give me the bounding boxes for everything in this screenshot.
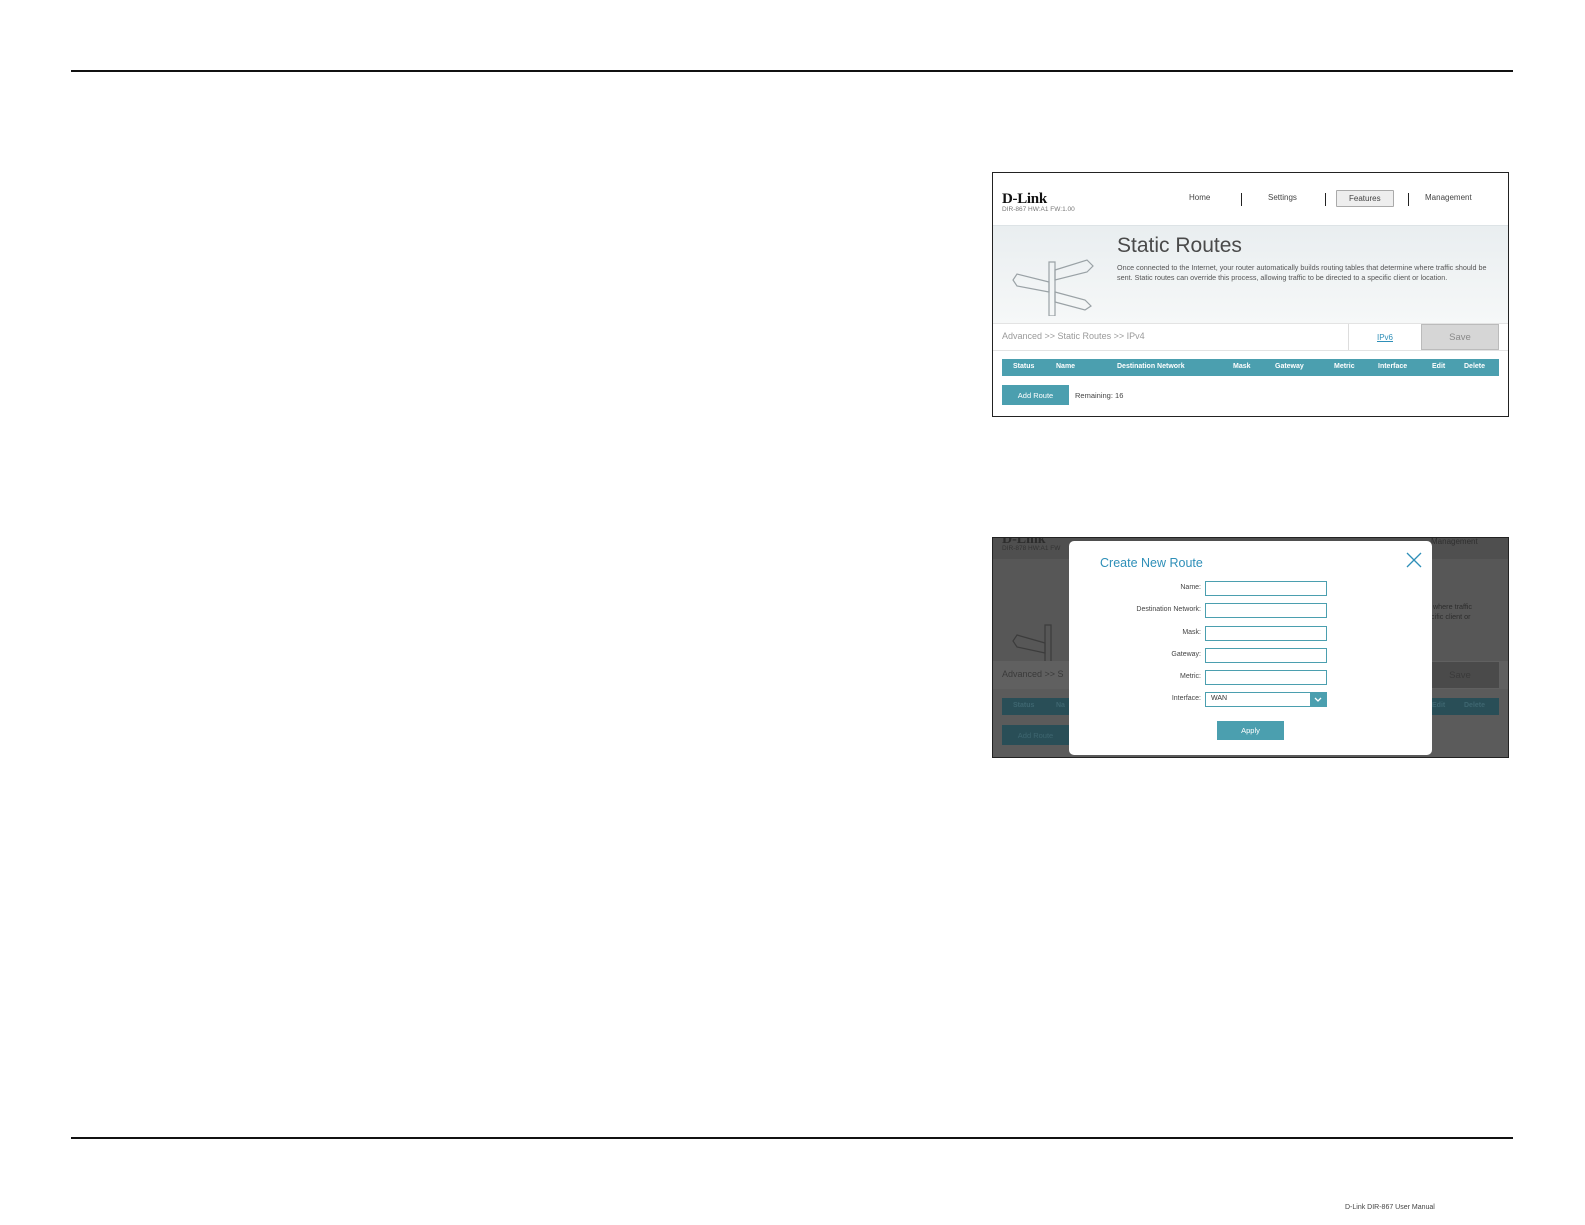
destination-network-label: Destination Network: (1136, 606, 1201, 613)
signpost-icon (1012, 259, 1094, 316)
nav-management[interactable]: Management (1425, 193, 1472, 202)
add-route-button: Add Route (1002, 725, 1069, 745)
mask-input[interactable] (1205, 626, 1327, 641)
page-description: Once connected to the Internet, your rou… (1117, 263, 1487, 282)
name-label: Name: (1180, 584, 1201, 591)
page-title: Static Routes (1117, 234, 1242, 257)
metric-label: Metric: (1180, 673, 1201, 680)
interface-label: Interface: (1171, 695, 1201, 702)
save-button: Save (1421, 662, 1499, 688)
static-routes-screenshot: D-Link DIR-867 HW:A1 FW:1.00 Home Settin… (992, 172, 1509, 417)
metric-input[interactable] (1205, 670, 1327, 685)
col-delete: Delete (1464, 702, 1486, 709)
description-fragment: ecific client or (1427, 612, 1471, 621)
nav-separator (1325, 193, 1326, 206)
nav-features[interactable]: Features (1336, 190, 1394, 207)
save-button[interactable]: Save (1421, 324, 1499, 350)
add-route-button[interactable]: Add Route (1002, 385, 1069, 405)
gateway-input[interactable] (1205, 648, 1327, 663)
destination-network-input[interactable] (1205, 603, 1327, 618)
col-edit: Edit (1432, 702, 1446, 709)
col-name: Name (1056, 363, 1076, 370)
apply-button[interactable]: Apply (1217, 721, 1284, 740)
col-destination-network: Destination Network (1117, 363, 1185, 370)
close-icon[interactable] (1406, 552, 1422, 568)
create-route-screenshot: D-Link DIR-878 HW:A1 FW Management e whe… (992, 537, 1509, 758)
col-mask: Mask (1233, 363, 1251, 370)
col-gateway: Gateway (1275, 363, 1304, 370)
breadcrumb-bar: Advanced >> Static Routes >> IPv4 IPv6 S… (993, 323, 1508, 351)
nav-separator (1241, 193, 1242, 206)
modal-title: Create New Route (1100, 556, 1203, 570)
mask-label: Mask: (1182, 629, 1201, 636)
description-fragment: e where traffic (1427, 602, 1473, 611)
col-delete: Delete (1464, 363, 1486, 370)
nav-home[interactable]: Home (1189, 193, 1210, 202)
col-name: Na (1056, 702, 1065, 709)
col-status: Status (1013, 363, 1035, 370)
footer-note: D-Link DIR-867 User Manual (1345, 1204, 1435, 1211)
gateway-label: Gateway: (1171, 651, 1201, 658)
nav-separator (1408, 193, 1409, 206)
create-route-modal: Create New Route Name: Destination Netwo… (1069, 541, 1432, 755)
remaining-count: Remaining: 16 (1075, 391, 1124, 400)
breadcrumb: Advanced >> S (1002, 669, 1064, 679)
interface-value: WAN (1211, 695, 1228, 702)
model-info: DIR-878 HW:A1 FW (1002, 545, 1061, 552)
bottom-rule (71, 1137, 1513, 1139)
chevron-down-icon[interactable] (1310, 693, 1326, 706)
nav-settings[interactable]: Settings (1268, 193, 1297, 202)
interface-select[interactable]: WAN (1205, 692, 1327, 707)
top-rule (71, 70, 1513, 72)
header: D-Link DIR-867 HW:A1 FW:1.00 Home Settin… (993, 173, 1508, 225)
col-metric: Metric (1334, 363, 1355, 370)
page-banner: Static Routes Once connected to the Inte… (993, 225, 1508, 324)
name-input[interactable] (1205, 581, 1327, 596)
routes-table-header: Status Name Destination Network Mask Gat… (1002, 359, 1499, 376)
col-edit: Edit (1432, 363, 1446, 370)
col-status: Status (1013, 702, 1035, 709)
ipv6-link[interactable]: IPv6 (1348, 324, 1421, 350)
breadcrumb: Advanced >> Static Routes >> IPv4 (1002, 331, 1145, 341)
col-interface: Interface (1378, 363, 1408, 370)
nav-management: Management (1431, 537, 1478, 546)
model-info: DIR-867 HW:A1 FW:1.00 (1002, 206, 1075, 213)
